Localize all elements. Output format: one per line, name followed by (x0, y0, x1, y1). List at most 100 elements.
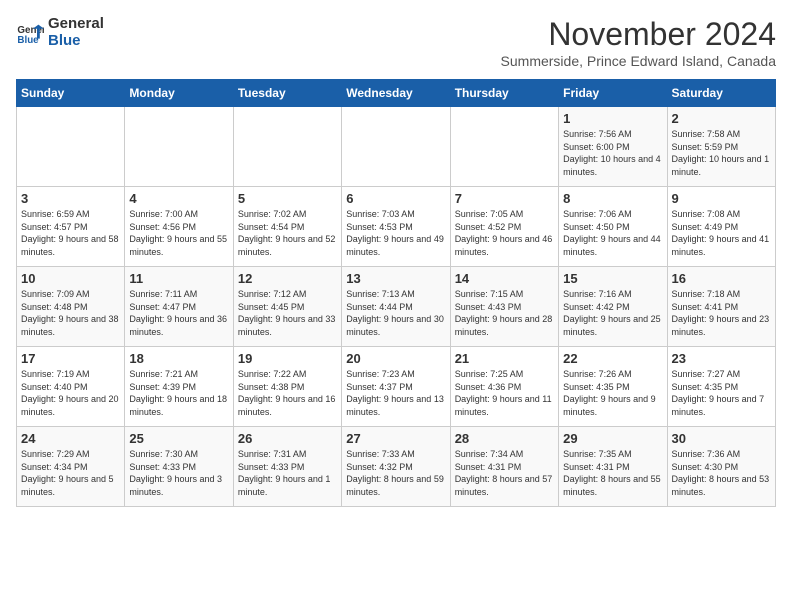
day-number: 17 (21, 351, 120, 366)
calendar-subtitle: Summerside, Prince Edward Island, Canada (501, 53, 776, 69)
header: General Blue General Blue November 2024 … (16, 16, 776, 69)
day-number: 29 (563, 431, 662, 446)
day-number: 16 (672, 271, 771, 286)
logo: General Blue General Blue (16, 16, 104, 49)
day-cell: 29Sunrise: 7:35 AM Sunset: 4:31 PM Dayli… (559, 427, 667, 507)
day-info: Sunrise: 7:34 AM Sunset: 4:31 PM Dayligh… (455, 448, 554, 498)
day-info: Sunrise: 7:31 AM Sunset: 4:33 PM Dayligh… (238, 448, 337, 498)
day-number: 14 (455, 271, 554, 286)
day-cell: 21Sunrise: 7:25 AM Sunset: 4:36 PM Dayli… (450, 347, 558, 427)
day-number: 1 (563, 111, 662, 126)
day-info: Sunrise: 7:05 AM Sunset: 4:52 PM Dayligh… (455, 208, 554, 258)
day-number: 5 (238, 191, 337, 206)
day-cell: 26 Sunrise: 7:31 AM Sunset: 4:33 PM Dayli… (233, 427, 341, 507)
day-cell: 16 Sunrise: 7:18 AM Sunset: 4:41 PM Dayli… (667, 267, 775, 347)
day-cell: 27Sunrise: 7:33 AM Sunset: 4:32 PM Dayli… (342, 427, 450, 507)
logo-icon: General Blue (16, 19, 44, 47)
day-cell: 12Sunrise: 7:12 AM Sunset: 4:45 PM Dayli… (233, 267, 341, 347)
day-cell: 5 Sunrise: 7:02 AM Sunset: 4:54 PM Daylig… (233, 187, 341, 267)
day-cell: 28 Sunrise: 7:34 AM Sunset: 4:31 PM Dayli… (450, 427, 558, 507)
day-info: Sunrise: 7:06 AM Sunset: 4:50 PM Dayligh… (563, 208, 662, 258)
day-info: Sunrise: 7:58 AM Sunset: 5:59 PM Dayligh… (672, 128, 771, 178)
day-info: Sunrise: 7:15 AM Sunset: 4:43 PM Dayligh… (455, 288, 554, 338)
day-cell: 4Sunrise: 7:00 AM Sunset: 4:56 PM Daylig… (125, 187, 233, 267)
day-cell: 24 Sunrise: 7:29 AM Sunset: 4:34 PM Dayli… (17, 427, 125, 507)
day-cell (342, 107, 450, 187)
day-info: Sunrise: 7:09 AM Sunset: 4:48 PM Dayligh… (21, 288, 120, 338)
header-row: SundayMondayTuesdayWednesdayThursdayFrid… (17, 80, 776, 107)
day-number: 8 (563, 191, 662, 206)
day-info: Sunrise: 7:12 AM Sunset: 4:45 PM Dayligh… (238, 288, 337, 338)
day-number: 10 (21, 271, 120, 286)
day-info: Sunrise: 7:23 AM Sunset: 4:37 PM Dayligh… (346, 368, 445, 418)
day-info: Sunrise: 7:13 AM Sunset: 4:44 PM Dayligh… (346, 288, 445, 338)
week-row-2: 10 Sunrise: 7:09 AM Sunset: 4:48 PM Dayli… (17, 267, 776, 347)
day-cell: 13 Sunrise: 7:13 AM Sunset: 4:44 PM Dayli… (342, 267, 450, 347)
week-row-1: 3 Sunrise: 6:59 AM Sunset: 4:57 PM Daylig… (17, 187, 776, 267)
day-cell (233, 107, 341, 187)
day-cell (450, 107, 558, 187)
day-number: 7 (455, 191, 554, 206)
day-info: Sunrise: 7:27 AM Sunset: 4:35 PM Dayligh… (672, 368, 771, 418)
day-info: Sunrise: 7:02 AM Sunset: 4:54 PM Dayligh… (238, 208, 337, 258)
day-number: 15 (563, 271, 662, 286)
day-info: Sunrise: 7:29 AM Sunset: 4:34 PM Dayligh… (21, 448, 120, 498)
day-info: Sunrise: 7:30 AM Sunset: 4:33 PM Dayligh… (129, 448, 228, 498)
day-cell: 8 Sunrise: 7:06 AM Sunset: 4:50 PM Daylig… (559, 187, 667, 267)
day-number: 23 (672, 351, 771, 366)
day-number: 20 (346, 351, 445, 366)
day-info: Sunrise: 7:22 AM Sunset: 4:38 PM Dayligh… (238, 368, 337, 418)
day-cell (125, 107, 233, 187)
day-number: 2 (672, 111, 771, 126)
day-number: 18 (129, 351, 228, 366)
day-cell: 14 Sunrise: 7:15 AM Sunset: 4:43 PM Dayli… (450, 267, 558, 347)
day-info: Sunrise: 7:18 AM Sunset: 4:41 PM Dayligh… (672, 288, 771, 338)
day-number: 13 (346, 271, 445, 286)
day-cell: 20 Sunrise: 7:23 AM Sunset: 4:37 PM Dayli… (342, 347, 450, 427)
day-cell: 18 Sunrise: 7:21 AM Sunset: 4:39 PM Dayli… (125, 347, 233, 427)
day-number: 26 (238, 431, 337, 446)
day-number: 22 (563, 351, 662, 366)
day-cell: 2 Sunrise: 7:58 AM Sunset: 5:59 PM Daylig… (667, 107, 775, 187)
day-cell: 9Sunrise: 7:08 AM Sunset: 4:49 PM Daylig… (667, 187, 775, 267)
day-number: 11 (129, 271, 228, 286)
header-cell-monday: Monday (125, 80, 233, 107)
day-cell (17, 107, 125, 187)
calendar-table: SundayMondayTuesdayWednesdayThursdayFrid… (16, 79, 776, 507)
day-cell: 15 Sunrise: 7:16 AM Sunset: 4:42 PM Dayli… (559, 267, 667, 347)
header-cell-tuesday: Tuesday (233, 80, 341, 107)
svg-text:Blue: Blue (17, 34, 39, 45)
day-cell: 17 Sunrise: 7:19 AM Sunset: 4:40 PM Dayli… (17, 347, 125, 427)
day-cell: 3 Sunrise: 6:59 AM Sunset: 4:57 PM Daylig… (17, 187, 125, 267)
day-number: 3 (21, 191, 120, 206)
week-row-4: 24 Sunrise: 7:29 AM Sunset: 4:34 PM Dayli… (17, 427, 776, 507)
day-info: Sunrise: 7:25 AM Sunset: 4:36 PM Dayligh… (455, 368, 554, 418)
day-cell: 7 Sunrise: 7:05 AM Sunset: 4:52 PM Daylig… (450, 187, 558, 267)
calendar-header: SundayMondayTuesdayWednesdayThursdayFrid… (17, 80, 776, 107)
day-info: Sunrise: 7:26 AM Sunset: 4:35 PM Dayligh… (563, 368, 662, 418)
day-info: Sunrise: 7:19 AM Sunset: 4:40 PM Dayligh… (21, 368, 120, 418)
day-cell: 23 Sunrise: 7:27 AM Sunset: 4:35 PM Dayli… (667, 347, 775, 427)
day-cell: 1 Sunrise: 7:56 AM Sunset: 6:00 PM Daylig… (559, 107, 667, 187)
day-number: 30 (672, 431, 771, 446)
title-area: November 2024 Summerside, Prince Edward … (501, 16, 776, 69)
day-info: Sunrise: 7:03 AM Sunset: 4:53 PM Dayligh… (346, 208, 445, 258)
day-info: Sunrise: 7:21 AM Sunset: 4:39 PM Dayligh… (129, 368, 228, 418)
day-info: Sunrise: 7:00 AM Sunset: 4:56 PM Dayligh… (129, 208, 228, 258)
logo-blue: Blue (48, 33, 104, 50)
day-cell: 10 Sunrise: 7:09 AM Sunset: 4:48 PM Dayli… (17, 267, 125, 347)
day-info: Sunrise: 7:56 AM Sunset: 6:00 PM Dayligh… (563, 128, 662, 178)
day-cell: 11Sunrise: 7:11 AM Sunset: 4:47 PM Dayli… (125, 267, 233, 347)
week-row-0: 1 Sunrise: 7:56 AM Sunset: 6:00 PM Daylig… (17, 107, 776, 187)
header-cell-sunday: Sunday (17, 80, 125, 107)
day-number: 28 (455, 431, 554, 446)
day-cell: 6Sunrise: 7:03 AM Sunset: 4:53 PM Daylig… (342, 187, 450, 267)
day-info: Sunrise: 7:16 AM Sunset: 4:42 PM Dayligh… (563, 288, 662, 338)
day-info: Sunrise: 7:08 AM Sunset: 4:49 PM Dayligh… (672, 208, 771, 258)
day-number: 24 (21, 431, 120, 446)
calendar-title: November 2024 (501, 16, 776, 53)
logo-general: General (48, 16, 104, 33)
header-cell-saturday: Saturday (667, 80, 775, 107)
day-info: Sunrise: 6:59 AM Sunset: 4:57 PM Dayligh… (21, 208, 120, 258)
header-cell-wednesday: Wednesday (342, 80, 450, 107)
